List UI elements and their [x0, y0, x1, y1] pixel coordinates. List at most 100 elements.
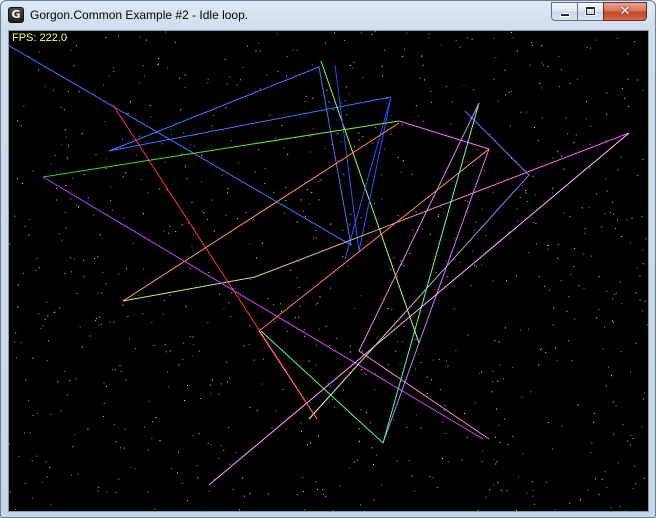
star	[522, 185, 524, 187]
star	[151, 438, 153, 440]
star	[647, 324, 648, 326]
star	[494, 340, 496, 342]
star	[547, 66, 549, 68]
star	[493, 458, 495, 460]
star	[253, 359, 255, 361]
star	[118, 478, 120, 480]
close-button[interactable]: ✕	[603, 2, 647, 21]
star	[106, 491, 108, 493]
star	[207, 443, 209, 445]
star	[32, 414, 34, 416]
star	[365, 374, 367, 376]
star	[448, 461, 449, 463]
line-segment	[208, 132, 630, 486]
star	[384, 49, 386, 51]
star	[444, 433, 446, 434]
star	[309, 135, 311, 137]
star	[213, 115, 215, 116]
star	[491, 391, 493, 393]
star	[533, 127, 535, 128]
star	[586, 47, 588, 48]
star	[421, 228, 423, 230]
star	[450, 123, 452, 125]
star	[642, 90, 644, 92]
star	[422, 64, 424, 66]
star	[467, 200, 469, 202]
star	[566, 310, 568, 312]
star	[77, 473, 79, 475]
star	[105, 168, 107, 170]
star	[122, 138, 123, 140]
star	[629, 444, 631, 446]
star	[371, 33, 373, 35]
star	[301, 430, 303, 432]
star	[495, 436, 497, 438]
star	[56, 187, 58, 189]
star	[309, 151, 311, 153]
star	[612, 321, 614, 323]
star	[445, 260, 447, 262]
star	[189, 336, 191, 338]
star	[167, 67, 169, 69]
star	[125, 379, 127, 381]
star	[374, 31, 376, 33]
star	[492, 192, 494, 194]
star	[225, 215, 227, 217]
star	[417, 115, 419, 117]
star	[587, 489, 589, 491]
maximize-button[interactable]	[577, 2, 603, 21]
star	[567, 133, 569, 135]
star	[481, 264, 483, 266]
star	[436, 487, 438, 489]
title-bar[interactable]: G Gorgon.Common Example #2 - Idle loop. …	[1, 1, 655, 31]
star	[236, 84, 238, 86]
star	[420, 362, 422, 363]
star	[228, 427, 230, 429]
star	[511, 90, 512, 92]
star	[256, 257, 258, 259]
star	[59, 307, 61, 309]
star	[375, 454, 377, 456]
star	[303, 210, 305, 212]
star	[261, 311, 263, 313]
star	[589, 143, 591, 145]
star	[69, 380, 71, 382]
render-area[interactable]: FPS: 222.0	[8, 30, 649, 512]
star	[138, 295, 140, 297]
line-segment	[260, 102, 480, 444]
star	[642, 249, 644, 251]
star	[497, 380, 499, 382]
star	[617, 462, 619, 464]
star	[541, 87, 543, 89]
minimize-button[interactable]	[551, 2, 577, 21]
star	[537, 140, 539, 142]
star	[250, 278, 252, 280]
star	[123, 217, 125, 219]
star	[619, 281, 621, 283]
star	[604, 326, 605, 328]
star	[220, 445, 222, 447]
caption-buttons: ✕	[551, 2, 647, 22]
star	[147, 491, 149, 493]
gorgon-app-icon[interactable]: G	[8, 7, 24, 23]
star	[313, 237, 314, 239]
star	[601, 226, 603, 228]
star	[296, 221, 298, 223]
star	[621, 88, 623, 89]
star	[239, 509, 241, 511]
star	[409, 253, 411, 254]
star	[208, 490, 210, 492]
star	[535, 243, 537, 245]
star	[606, 113, 608, 115]
star	[517, 220, 519, 222]
star	[557, 151, 559, 153]
star	[168, 232, 170, 234]
star	[105, 283, 107, 285]
star	[466, 37, 468, 39]
star	[83, 174, 85, 176]
star	[64, 272, 66, 274]
star	[315, 230, 317, 231]
star	[305, 95, 307, 97]
line-segment	[42, 176, 484, 440]
star	[124, 429, 126, 430]
